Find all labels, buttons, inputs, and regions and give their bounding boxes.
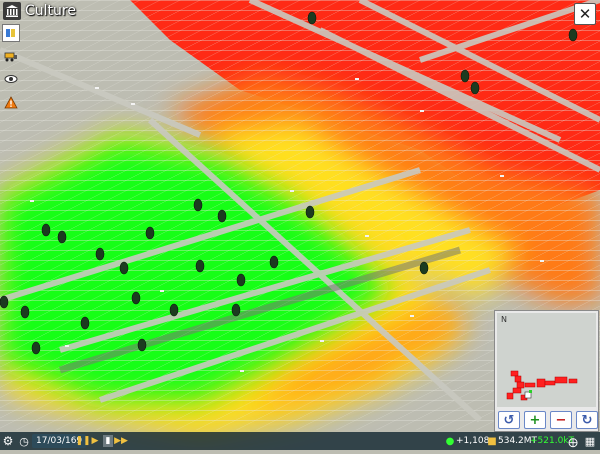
museum-icon [3, 2, 21, 20]
zoom-out-icon: − [555, 412, 567, 428]
compass-north-label: N [501, 315, 507, 324]
zoom-in-button[interactable]: + [524, 411, 546, 429]
globe-button[interactable]: 🜨 [566, 432, 580, 450]
rotate-left-button[interactable]: ↺ [498, 411, 520, 429]
zoom-in-icon: + [529, 412, 541, 428]
calendar-button[interactable]: ▦ [583, 432, 597, 450]
population-icon: ● [445, 435, 455, 447]
play-icon: ▶ [91, 436, 99, 446]
clock-icon: ◷ [19, 434, 29, 448]
settings-button[interactable]: ⚙ [2, 432, 14, 450]
close-icon: ✕ [578, 4, 592, 23]
gear-icon: ⚙ [2, 434, 14, 448]
speed-selector[interactable]: ▮ [103, 435, 113, 447]
pause-button[interactable]: ❚❚ [75, 432, 91, 450]
close-button[interactable]: ✕ [574, 3, 596, 25]
bulldozer-icon[interactable] [2, 47, 20, 65]
minimap-controls: ↺ + − ↻ [498, 411, 598, 429]
zoom-out-button[interactable]: − [550, 411, 572, 429]
rotate-right-icon: ↻ [581, 412, 593, 428]
play-button[interactable]: ▶ [90, 432, 100, 450]
speed-level-icon: ▮ [105, 436, 111, 446]
eye-icon[interactable] [2, 70, 20, 88]
money-icon: ■ [487, 435, 497, 447]
culture-layer-header[interactable]: Culture [0, 0, 76, 22]
warning-icon[interactable] [2, 93, 20, 111]
status-bar: ⚙ ◷ 17/03/169 ❚❚ ▶ ▮ ▶▶ ● +1,108 ■ 534.2… [0, 432, 600, 450]
fast-forward-icon: ▶▶ [114, 436, 128, 446]
pause-icon: ❚❚ [75, 436, 91, 446]
minimap[interactable]: N [497, 313, 596, 407]
rotate-left-icon: ↺ [503, 412, 515, 428]
fast-forward-button[interactable]: ▶▶ [114, 432, 128, 450]
page-title: Culture [25, 3, 76, 19]
left-toolbar [2, 24, 20, 111]
time-button[interactable]: ◷ [18, 432, 30, 450]
layer-panel-icon[interactable] [2, 24, 20, 42]
minimap-panel: N ↺ + − ↻ [494, 310, 599, 432]
population-change: +1,108 [456, 436, 490, 446]
rotate-right-button[interactable]: ↻ [576, 411, 598, 429]
calendar-icon: ▦ [584, 434, 596, 448]
